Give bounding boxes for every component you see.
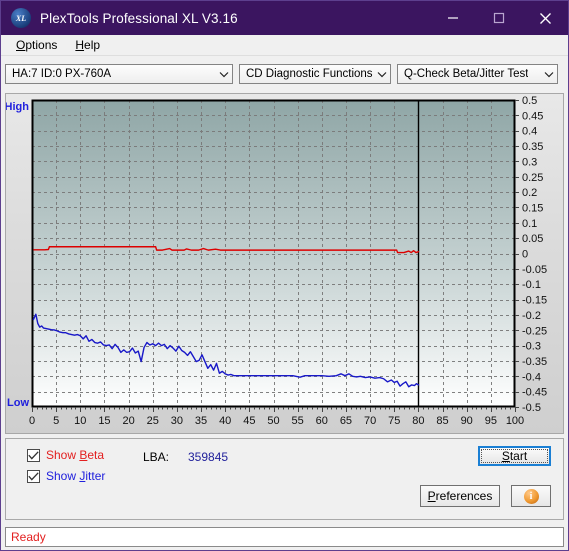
menu-bar: Options Help — [1, 35, 568, 56]
info-icon: i — [523, 488, 539, 504]
svg-text:0.1: 0.1 — [522, 218, 537, 230]
svg-text:60: 60 — [316, 415, 328, 427]
svg-text:-0.4: -0.4 — [522, 371, 541, 383]
lba-label: LBA: — [143, 450, 170, 464]
checkmark-icon — [27, 469, 40, 483]
status-bar: Ready — [5, 527, 564, 547]
svg-text:30: 30 — [171, 415, 183, 427]
svg-text:5: 5 — [53, 415, 59, 427]
svg-text:65: 65 — [340, 415, 352, 427]
svg-text:0.45: 0.45 — [522, 110, 543, 122]
svg-text:Low: Low — [7, 397, 29, 409]
show-beta-checkbox[interactable]: Show Beta — [27, 448, 104, 462]
maximize-icon[interactable] — [476, 1, 522, 35]
svg-text:35: 35 — [195, 415, 207, 427]
svg-text:0.5: 0.5 — [522, 95, 537, 107]
svg-text:80: 80 — [412, 415, 424, 427]
svg-text:70: 70 — [364, 415, 376, 427]
svg-text:-0.1: -0.1 — [522, 279, 541, 291]
show-jitter-label: Show Jitter — [46, 469, 106, 483]
svg-text:-0.05: -0.05 — [522, 264, 547, 276]
svg-text:55: 55 — [292, 415, 304, 427]
svg-text:-0.35: -0.35 — [522, 356, 547, 368]
svg-text:100: 100 — [506, 415, 524, 427]
chevron-down-icon — [540, 65, 557, 83]
checkmark-icon — [27, 448, 40, 462]
svg-text:15: 15 — [98, 415, 110, 427]
drive-select-value: HA:7 ID:0 PX-760A — [12, 68, 112, 80]
beta-jitter-chart: 0 5 10 15 20 25 30 35 40 45 50 55 60 65 70 75 80 85 90 95 10… — [6, 95, 547, 427]
svg-text:0.05: 0.05 — [522, 233, 543, 245]
svg-text:75: 75 — [388, 415, 400, 427]
svg-text:95: 95 — [485, 415, 497, 427]
svg-text:-0.15: -0.15 — [522, 295, 547, 307]
app-icon: XL — [11, 8, 31, 28]
svg-text:0.4: 0.4 — [522, 126, 537, 138]
chevron-down-icon — [215, 65, 232, 83]
close-icon[interactable] — [522, 1, 568, 35]
controls-panel: Show Beta Show Jitter LBA: 359845 Start … — [5, 438, 564, 520]
svg-text:10: 10 — [74, 415, 86, 427]
preferences-button[interactable]: Preferences — [420, 485, 500, 507]
svg-text:0.3: 0.3 — [522, 156, 537, 168]
svg-text:0.25: 0.25 — [522, 172, 543, 184]
svg-text:0: 0 — [522, 249, 528, 261]
svg-text:0.15: 0.15 — [522, 202, 543, 214]
svg-text:45: 45 — [243, 415, 255, 427]
svg-text:0: 0 — [29, 415, 35, 427]
window-title: PlexTools Professional XL V3.16 — [40, 10, 238, 26]
svg-text:High: High — [6, 101, 29, 113]
show-jitter-checkbox[interactable]: Show Jitter — [27, 469, 105, 483]
svg-text:-0.25: -0.25 — [522, 325, 547, 337]
menu-item-options[interactable]: Options — [7, 36, 66, 54]
svg-text:-0.5: -0.5 — [522, 402, 541, 414]
svg-text:0.2: 0.2 — [522, 187, 537, 199]
start-button-label: Start — [481, 449, 548, 463]
svg-text:-0.3: -0.3 — [522, 341, 541, 353]
svg-text:-0.2: -0.2 — [522, 310, 541, 322]
show-beta-label: Show Beta — [46, 448, 105, 462]
info-button[interactable]: i — [511, 485, 551, 507]
function-select-value: CD Diagnostic Functions — [246, 68, 373, 80]
status-text: Ready — [11, 530, 46, 544]
svg-text:0.35: 0.35 — [522, 141, 543, 153]
svg-text:85: 85 — [436, 415, 448, 427]
preferences-button-label: Preferences — [427, 489, 493, 503]
application-window: XL PlexTools Professional XL V3.16 Optio… — [0, 0, 569, 551]
title-bar: XL PlexTools Professional XL V3.16 — [1, 1, 568, 35]
start-button[interactable]: Start — [478, 446, 551, 466]
selector-toolbar: HA:7 ID:0 PX-760A CD Diagnostic Function… — [1, 56, 568, 89]
svg-text:90: 90 — [461, 415, 473, 427]
test-select-value: Q-Check Beta/Jitter Test — [404, 68, 529, 80]
drive-select[interactable]: HA:7 ID:0 PX-760A — [5, 64, 233, 84]
svg-text:20: 20 — [122, 415, 134, 427]
svg-text:40: 40 — [219, 415, 231, 427]
svg-text:25: 25 — [147, 415, 159, 427]
window-controls — [430, 1, 568, 35]
svg-text:50: 50 — [267, 415, 279, 427]
minimize-icon[interactable] — [430, 1, 476, 35]
lba-value: 359845 — [188, 450, 229, 464]
function-select[interactable]: CD Diagnostic Functions — [239, 64, 391, 84]
test-select[interactable]: Q-Check Beta/Jitter Test — [397, 64, 558, 84]
chart-panel: 0 5 10 15 20 25 30 35 40 45 50 55 60 65 70 75 80 85 90 95 10… — [5, 93, 564, 434]
svg-text:-0.45: -0.45 — [522, 387, 547, 399]
chevron-down-icon — [373, 65, 390, 83]
menu-item-help[interactable]: Help — [66, 36, 109, 54]
